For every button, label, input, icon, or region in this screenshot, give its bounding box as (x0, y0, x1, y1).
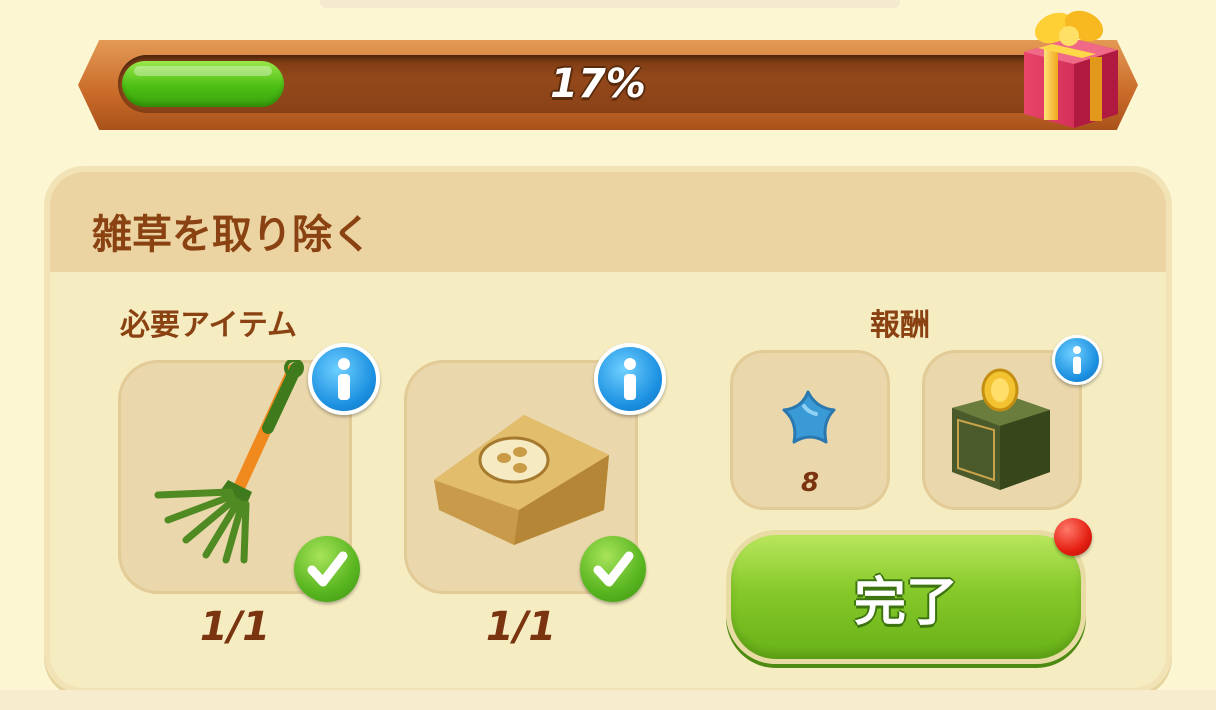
required-count-rake: 1/1 (199, 604, 271, 650)
bottom-edge (0, 690, 1216, 710)
check-icon (307, 551, 348, 587)
notification-dot (1054, 518, 1092, 556)
gift-icon[interactable] (1018, 2, 1122, 130)
info-icon (1073, 346, 1081, 374)
required-items-label: 必要アイテム (120, 308, 297, 343)
check-badge-rake (294, 536, 360, 602)
check-icon (593, 551, 634, 587)
info-button-rake[interactable] (308, 343, 380, 415)
rewards-label: 報酬 (870, 308, 930, 343)
required-count-seed-bag: 1/1 (485, 604, 557, 650)
check-badge-seed-bag (580, 536, 646, 602)
top-edge (320, 0, 900, 8)
reward-quantity-star: 8 (800, 468, 820, 498)
info-button-seed-bag[interactable] (594, 343, 666, 415)
complete-button[interactable]: 完了 (726, 530, 1086, 664)
info-icon (624, 358, 636, 400)
info-button-coin-box[interactable] (1052, 335, 1102, 385)
progress-percent: 17% (550, 61, 646, 107)
task-title: 雑草を取り除く (92, 212, 372, 258)
info-icon (338, 358, 350, 400)
